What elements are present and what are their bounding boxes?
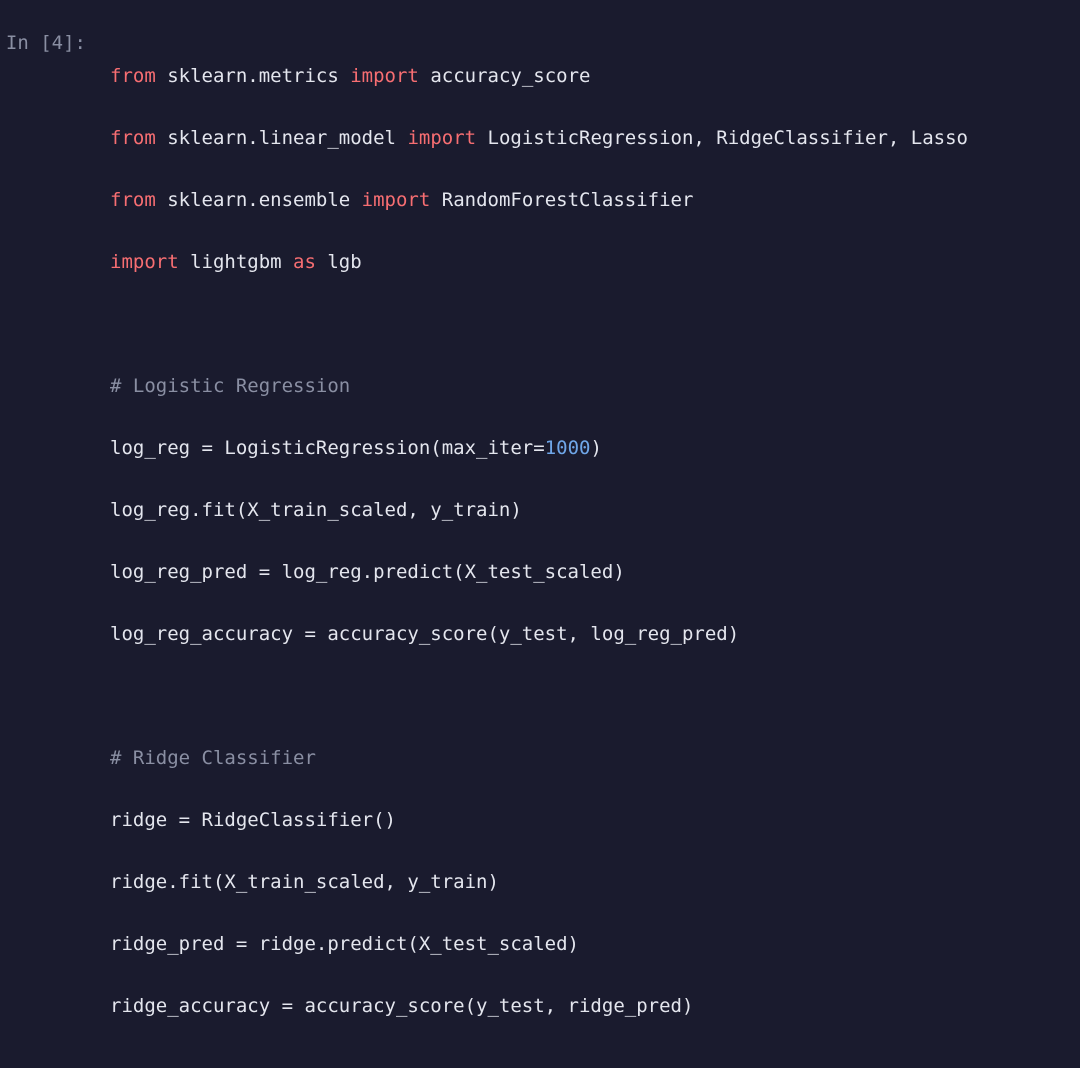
keyword-import: import — [362, 189, 431, 211]
code-text: LogisticRegression, RidgeClassifier, Las… — [476, 127, 968, 149]
code-line: ridge = RidgeClassifier() — [110, 805, 1070, 836]
code-text: sklearn.linear_model — [156, 127, 408, 149]
code-text: RandomForestClassifier — [430, 189, 693, 211]
code-line: log_reg = LogisticRegression(max_iter=10… — [110, 433, 1070, 464]
code-text: lightgbm — [179, 251, 293, 273]
code-text: ) — [590, 437, 601, 459]
notebook-cell: In [4]: from sklearn.metrics import accu… — [0, 0, 1080, 1068]
code-line: ridge_pred = ridge.predict(X_test_scaled… — [110, 929, 1070, 960]
keyword-import: import — [110, 251, 179, 273]
cell-prompt: In [4]: — [0, 12, 100, 1068]
code-line: import lightgbm as lgb — [110, 247, 1070, 278]
code-line: from sklearn.linear_model import Logisti… — [110, 123, 1070, 154]
keyword-import: import — [407, 127, 476, 149]
code-line: ridge_accuracy = accuracy_score(y_test, … — [110, 991, 1070, 1022]
code-line: from sklearn.ensemble import RandomFores… — [110, 185, 1070, 216]
keyword-from: from — [110, 189, 156, 211]
code-text: accuracy_score — [419, 65, 591, 87]
code-text: sklearn.metrics — [156, 65, 350, 87]
blank-line — [110, 309, 1070, 340]
blank-line — [110, 1053, 1070, 1068]
keyword-import: import — [350, 65, 419, 87]
keyword-as: as — [293, 251, 316, 273]
code-line: from sklearn.metrics import accuracy_sco… — [110, 61, 1070, 92]
code-comment: # Ridge Classifier — [110, 743, 1070, 774]
blank-line — [110, 681, 1070, 712]
number-literal: 1000 — [545, 437, 591, 459]
code-comment: # Logistic Regression — [110, 371, 1070, 402]
code-line: log_reg_accuracy = accuracy_score(y_test… — [110, 619, 1070, 650]
code-line: log_reg.fit(X_train_scaled, y_train) — [110, 495, 1070, 526]
code-text: log_reg = LogisticRegression(max_iter= — [110, 437, 545, 459]
code-text: lgb — [316, 251, 362, 273]
code-line: ridge.fit(X_train_scaled, y_train) — [110, 867, 1070, 898]
keyword-from: from — [110, 65, 156, 87]
code-text: sklearn.ensemble — [156, 189, 362, 211]
code-editor[interactable]: from sklearn.metrics import accuracy_sco… — [100, 12, 1080, 1068]
keyword-from: from — [110, 127, 156, 149]
code-line: log_reg_pred = log_reg.predict(X_test_sc… — [110, 557, 1070, 588]
